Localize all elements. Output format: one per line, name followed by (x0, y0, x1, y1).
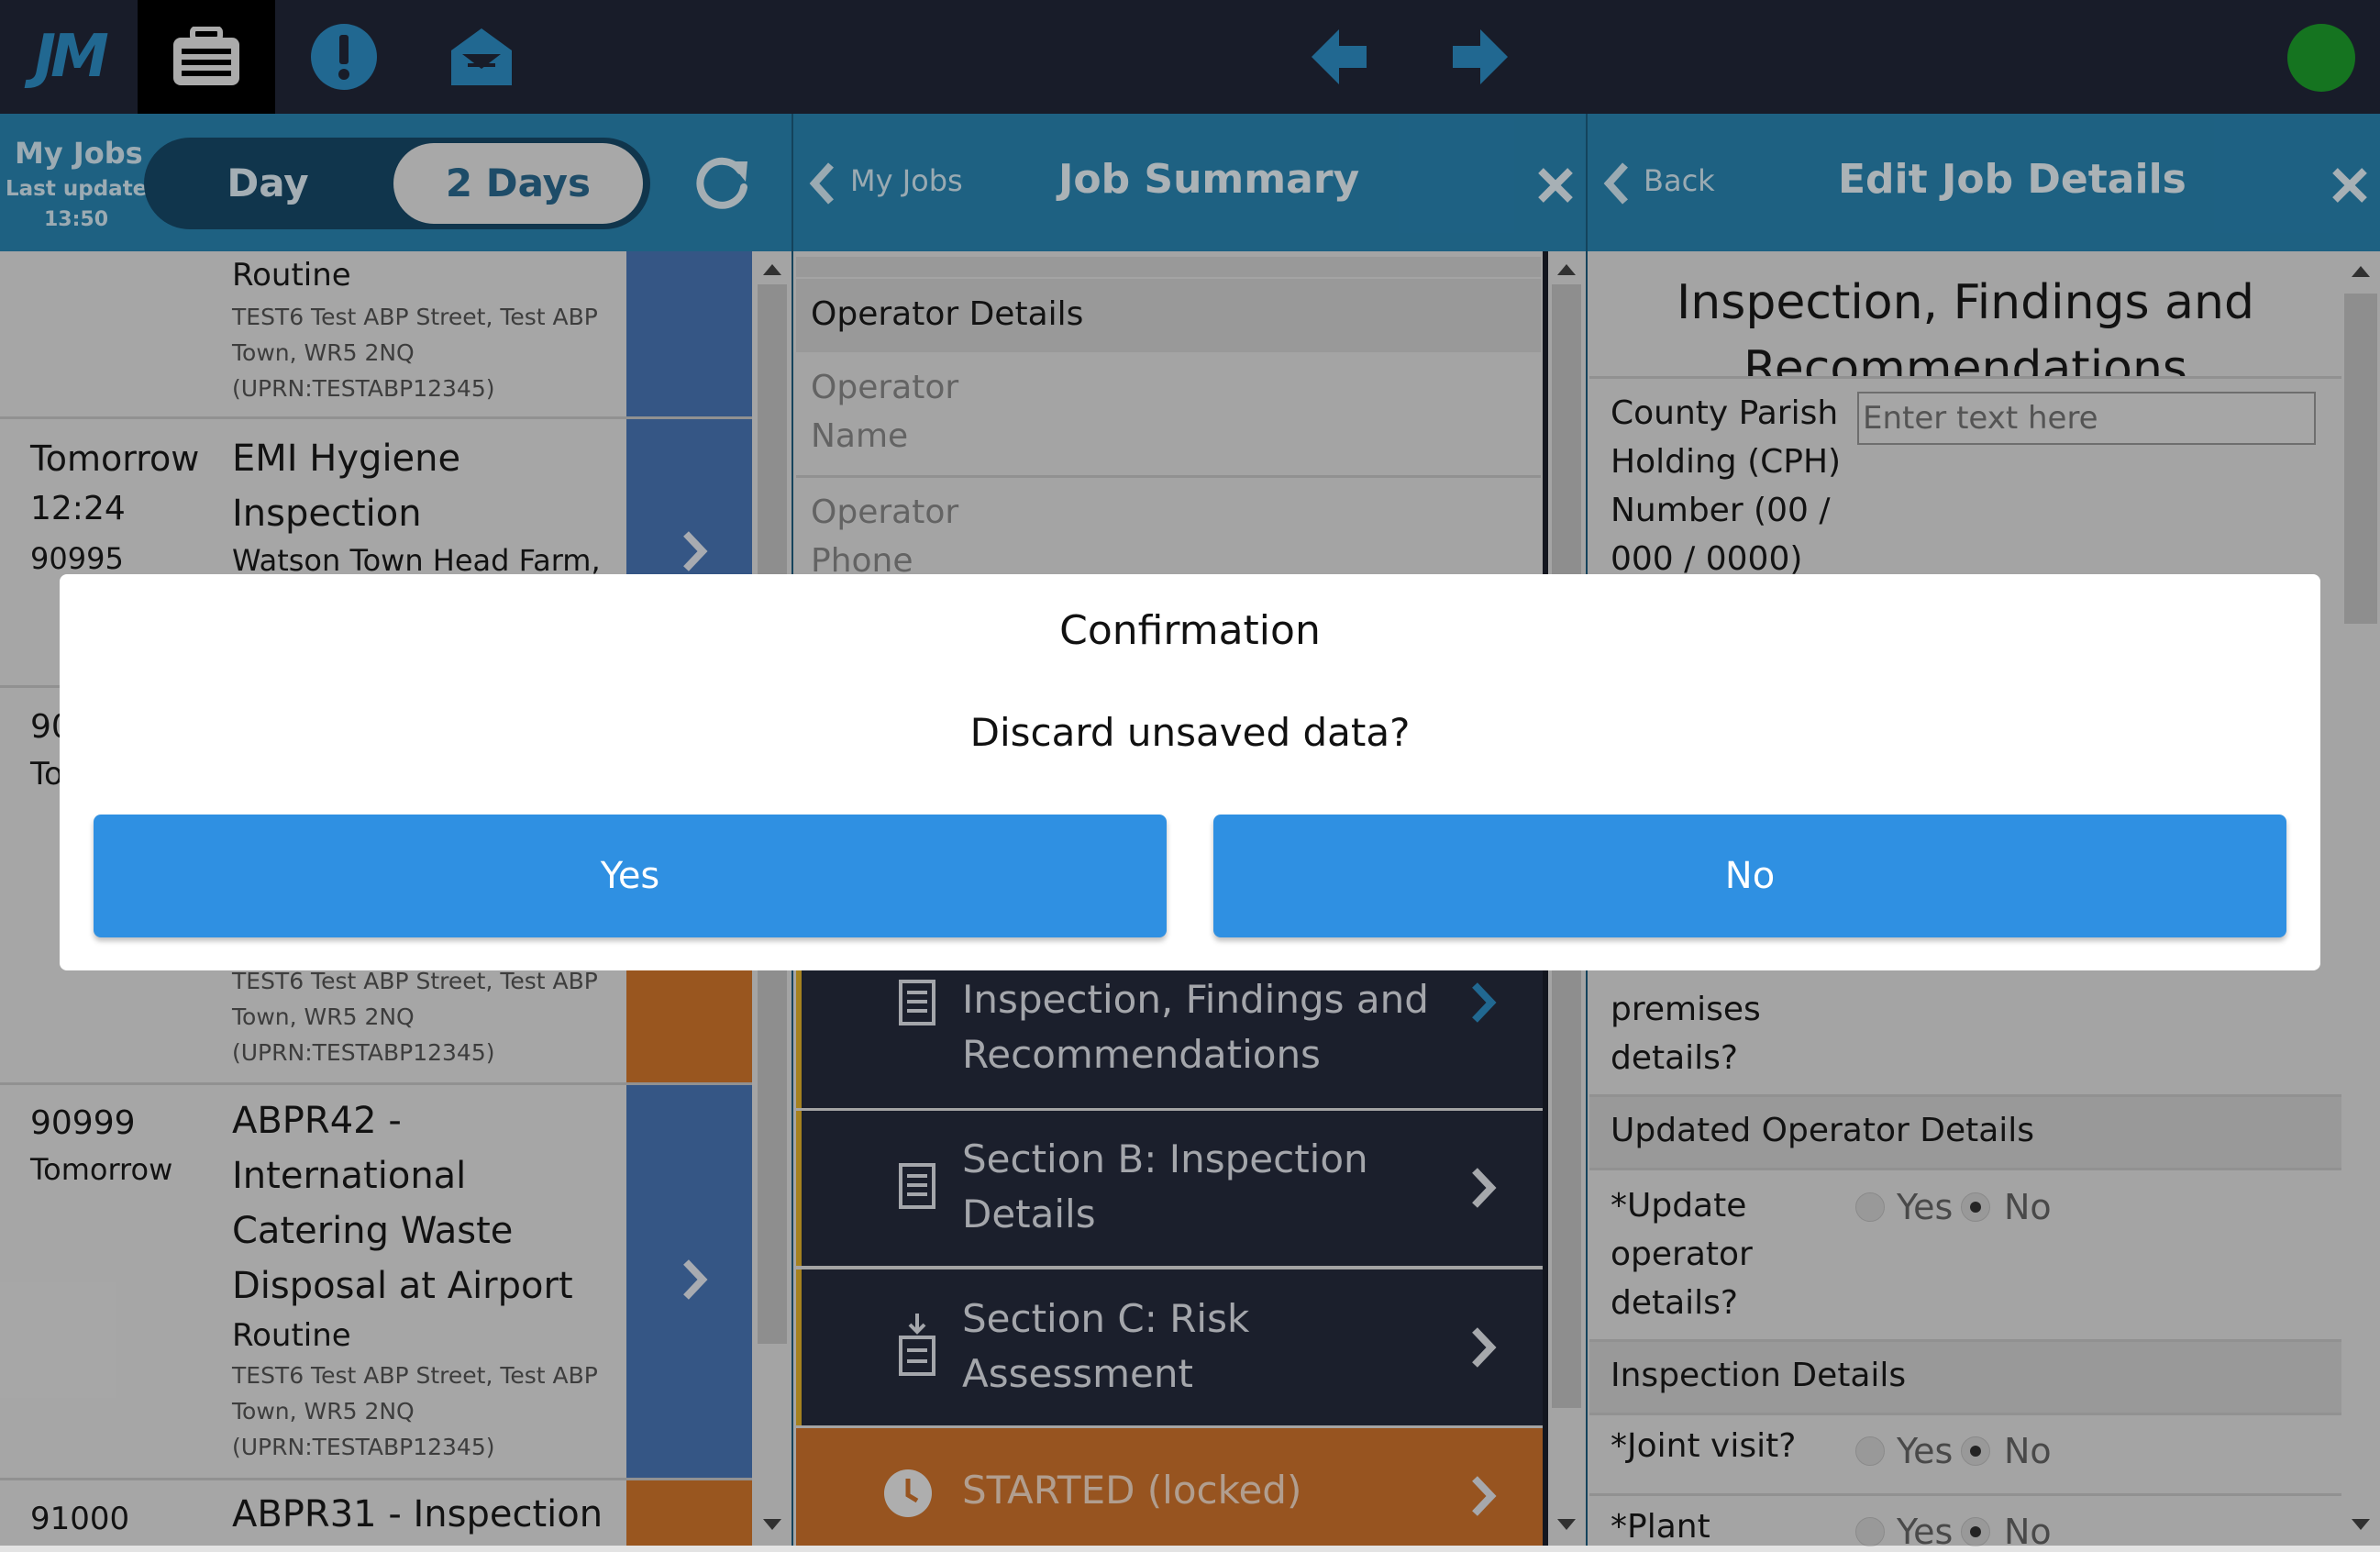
dialog-message: Discard unsaved data? (969, 710, 1411, 755)
confirmation-dialog: Confirmation Discard unsaved data? Yes N… (60, 574, 2320, 970)
no-button[interactable]: No (1213, 815, 2286, 937)
dialog-title: Confirmation (1059, 607, 1321, 654)
yes-button[interactable]: Yes (94, 815, 1167, 937)
